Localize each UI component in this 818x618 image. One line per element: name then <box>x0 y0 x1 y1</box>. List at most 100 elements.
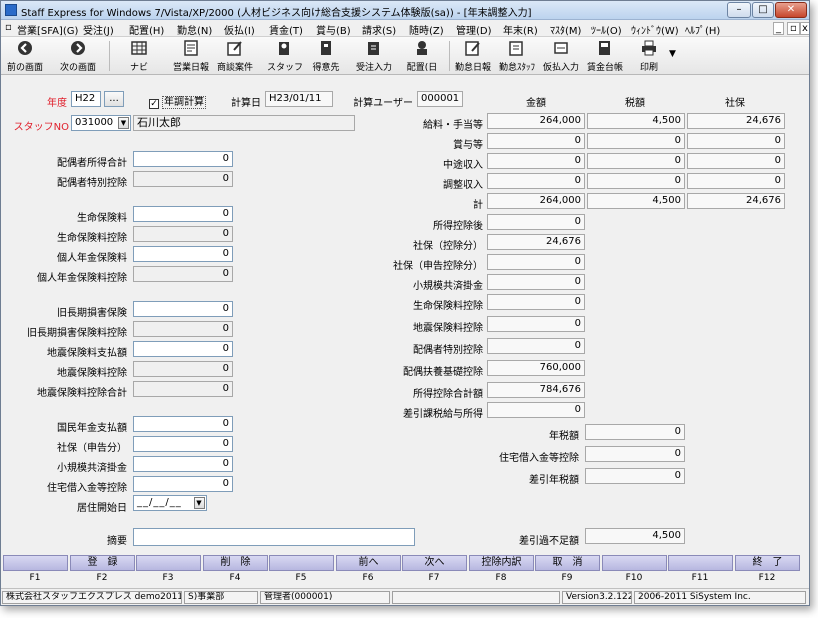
staff-name-field: 石川太郎 <box>133 115 355 131</box>
fkey-button-f12[interactable]: 終 了 <box>735 555 800 571</box>
income-row-label: 給料・手当等 <box>423 120 483 131</box>
middle-field-value: 784,676 <box>487 382 585 398</box>
menu-shoyo[interactable]: 賞与(B) <box>316 22 351 37</box>
attendance-report-button[interactable]: 勤怠日報 <box>451 38 495 73</box>
staff-button[interactable]: スタッフ <box>263 38 307 73</box>
status-version: Version3.2.122 <box>562 591 632 604</box>
maximize-button[interactable]: □ <box>752 2 774 18</box>
print-button[interactable]: 印刷 <box>631 38 667 73</box>
wage-ledger-button[interactable]: 賃金台帳 <box>583 38 627 73</box>
attendance-staff-icon <box>509 41 523 56</box>
left-field-value[interactable]: 0 <box>133 301 233 317</box>
left-field-value[interactable]: 0 <box>133 206 233 222</box>
status-copyright: 2006-2011 SiSystem Inc. <box>634 591 806 604</box>
staff-no-label: スタッフNO <box>13 122 69 133</box>
middle-field-label: 社保（控除分） <box>413 241 483 252</box>
staff-no-select[interactable]: 031000 ▼ <box>71 115 131 131</box>
fkey-button-f3[interactable] <box>136 555 201 571</box>
fkey-button-f8[interactable]: 控除内訳 <box>469 555 534 571</box>
staff-no-value: 031000 <box>75 117 114 128</box>
ledger-icon <box>599 41 610 55</box>
arrow-right-icon <box>71 41 85 55</box>
fkey-button-f10[interactable] <box>602 555 667 571</box>
fkey-button-f6[interactable]: 前へ <box>336 555 401 571</box>
placement-button[interactable]: 配置(日 <box>399 38 445 73</box>
left-field-value: 0 <box>133 361 233 377</box>
mdi-close-button[interactable]: x <box>800 22 809 35</box>
menu-zuiji[interactable]: 随時(Z) <box>409 22 444 37</box>
left-field-value[interactable]: 0 <box>133 436 233 452</box>
back-button[interactable]: 前の画面 <box>3 38 47 73</box>
memo-input[interactable] <box>133 528 415 546</box>
minimize-button[interactable]: – <box>727 2 751 18</box>
left-field-value[interactable]: 0 <box>133 341 233 357</box>
left-field-value[interactable]: 0 <box>133 476 233 492</box>
menu-chingin[interactable]: 賃金(T) <box>269 22 303 37</box>
fkey-number: F4 <box>229 573 241 583</box>
left-field-value[interactable]: 0 <box>133 246 233 262</box>
nendo-input[interactable]: H22 <box>71 91 101 107</box>
fkey-button-f5[interactable] <box>269 555 334 571</box>
calc-date-label: 計算日 <box>231 98 261 109</box>
fkey-button-f1[interactable] <box>3 555 68 571</box>
nencho-calc-checkbox[interactable]: ✓ 年調計算 <box>149 93 206 109</box>
toolbar-separator <box>449 41 450 71</box>
middle-field-value: 0 <box>487 338 585 354</box>
fkey-button-f4[interactable]: 削 除 <box>203 555 268 571</box>
left-field-label: 小規模共済掛金 <box>57 463 127 474</box>
menu-kanri[interactable]: 管理(D) <box>456 22 492 37</box>
chevron-down-icon[interactable]: ▼ <box>194 497 205 509</box>
left-field-label: 地震保険料支払額 <box>47 348 127 359</box>
shortage-field: 4,500 <box>585 528 685 544</box>
menu-juchu[interactable]: 受注(J) <box>83 22 114 37</box>
residence-start-date[interactable]: __/__/__ ▼ <box>133 495 207 511</box>
advance-entry-button[interactable]: 仮払入力 <box>539 38 583 73</box>
navi-button[interactable]: ナビ <box>121 38 157 73</box>
title-bar[interactable]: Staff Express for Windows 7/Vista/XP/200… <box>1 1 809 20</box>
income-row-tax: 0 <box>587 133 685 149</box>
deals-button[interactable]: 商談案件 <box>213 38 257 73</box>
left-field-value[interactable]: 0 <box>133 151 233 167</box>
left-field-value[interactable]: 0 <box>133 456 233 472</box>
left-field-label: 地震保険料控除 <box>57 368 127 379</box>
menu-sfa[interactable]: 営業[SFA](G) <box>17 22 78 37</box>
toolbar-separator <box>109 41 110 71</box>
residence-start-label: 居住開始日 <box>77 503 127 514</box>
sales-report-button[interactable]: 営業日報 <box>169 38 213 73</box>
mdi-restore-button[interactable]: ▫ <box>787 22 800 35</box>
fkey-button-f7[interactable]: 次へ <box>402 555 467 571</box>
print-label: 印刷 <box>639 63 658 73</box>
menu-kintai[interactable]: 勤怠(N) <box>177 22 212 37</box>
chevron-down-icon[interactable]: ▼ <box>118 117 129 129</box>
menu-master[interactable]: ﾏｽﾀ(M) <box>550 22 581 37</box>
mdi-minimize-button[interactable]: _ <box>773 22 784 35</box>
wage-ledger-label: 賃金台帳 <box>586 63 623 73</box>
nendo-lookup-button[interactable]: ... <box>104 91 124 107</box>
menu-seikyu[interactable]: 請求(S) <box>362 22 396 37</box>
menu-nenmatsu[interactable]: 年末(R) <box>503 22 538 37</box>
income-row-social: 0 <box>687 173 785 189</box>
print-dropdown-icon[interactable]: ▼ <box>669 49 676 59</box>
fkey-number: F7 <box>428 573 440 583</box>
attendance-staff-button[interactable]: 勤怠ｽﾀｯﾌ <box>495 38 539 73</box>
fkey-button-f11[interactable] <box>668 555 733 571</box>
menu-window[interactable]: ｳｨﾝﾄﾞｳ(W) <box>631 22 679 37</box>
menu-help[interactable]: ﾍﾙﾌﾟ(H) <box>685 22 720 37</box>
menu-karibarai[interactable]: 仮払(I) <box>224 22 255 37</box>
close-button[interactable]: ✕ <box>775 2 807 18</box>
income-row-amount: 0 <box>487 153 585 169</box>
left-field-label: 社保（申告分） <box>57 443 127 454</box>
menu-haichi[interactable]: 配置(H) <box>129 22 164 37</box>
left-field-label: 地震保険料控除合計 <box>37 388 127 399</box>
order-icon <box>368 42 379 55</box>
fkey-button-f9[interactable]: 取 消 <box>535 555 600 571</box>
middle-field-label: 小規模共済掛金 <box>413 281 483 292</box>
left-field-value[interactable]: 0 <box>133 416 233 432</box>
menu-tool[interactable]: ﾂｰﾙ(O) <box>591 22 622 37</box>
forward-button[interactable]: 次の画面 <box>53 38 103 73</box>
order-entry-button[interactable]: 受注入力 <box>351 38 397 73</box>
client-button[interactable]: 得意先 <box>307 38 345 73</box>
system-menu-icon[interactable]: ▫ <box>5 22 12 33</box>
fkey-number: F8 <box>495 573 507 583</box>
fkey-button-f2[interactable]: 登 録 <box>70 555 135 571</box>
